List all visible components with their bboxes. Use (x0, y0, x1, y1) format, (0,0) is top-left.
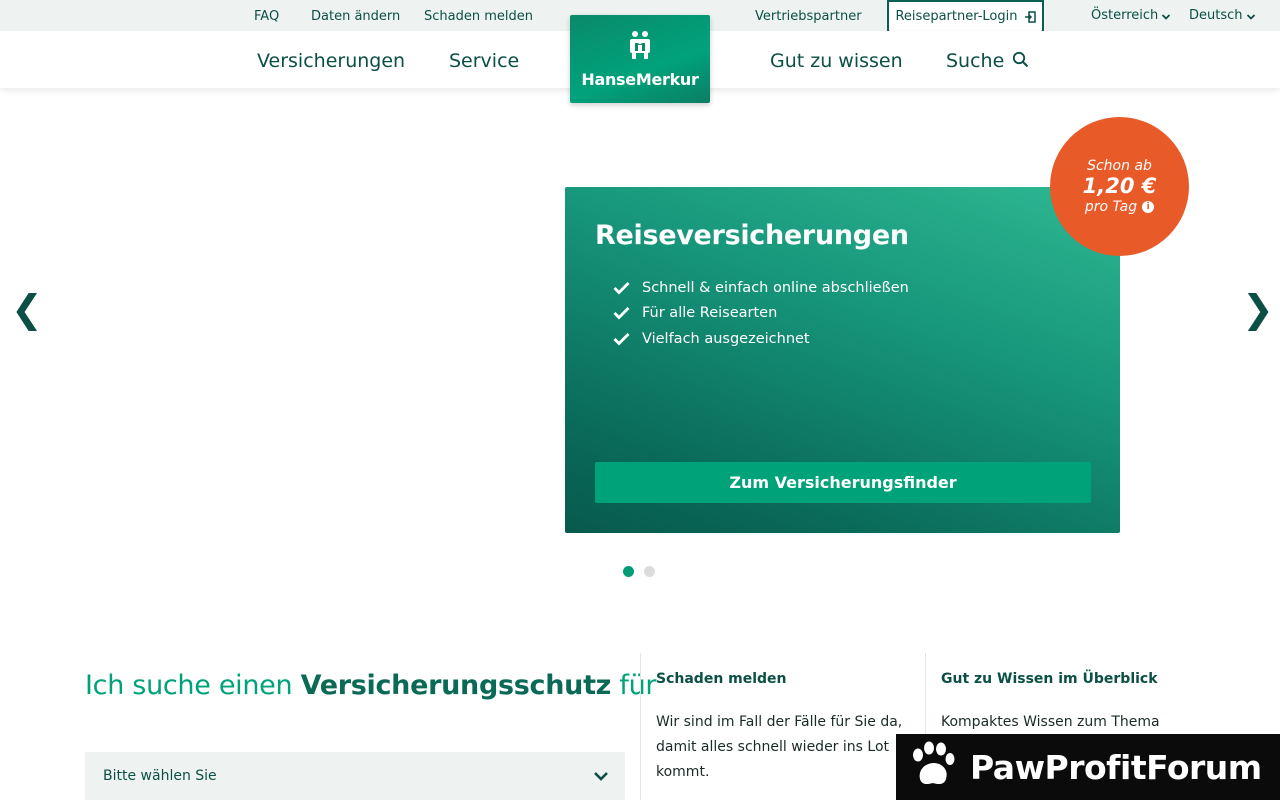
carousel-dot-2[interactable] (644, 566, 655, 577)
chevron-down-icon (1246, 11, 1256, 21)
paw-icon (906, 739, 958, 795)
insurance-finder-button[interactable]: Zum Versicherungsfinder (595, 462, 1091, 503)
feature-item: Für alle Reisearten (613, 301, 909, 327)
knowledge-title[interactable]: Gut zu Wissen im Überblick (941, 671, 1158, 687)
partner-login-label: Reisepartner-Login (895, 9, 1018, 24)
price-badge: Schon ab 1,20 € pro Tag i (1050, 117, 1189, 256)
nav-service[interactable]: Service (449, 50, 519, 72)
watermark-badge: PawProfitForum (896, 734, 1280, 800)
nav-search-label: Suche (946, 50, 1005, 72)
price-suffix-row: pro Tag i (1084, 199, 1155, 215)
finder-heading: Ich suche einen Versicherungsschutz für (85, 670, 657, 701)
feature-text: Vielfach ausgezeichnet (642, 330, 810, 347)
feature-list: Schnell & einfach online abschließen Für… (613, 275, 909, 352)
checkmark-icon (613, 332, 630, 346)
faq-link[interactable]: FAQ (254, 9, 279, 24)
feature-text: Für alle Reisearten (642, 305, 778, 322)
carousel-dot-1[interactable] (623, 566, 634, 577)
carousel-prev-button[interactable]: ❮ (11, 290, 43, 328)
knowledge-text: Kompaktes Wissen zum Thema (941, 714, 1160, 730)
chevron-down-icon (1161, 11, 1171, 21)
checkmark-icon (613, 281, 630, 295)
column-divider (640, 653, 641, 800)
carousel-pagination (623, 566, 655, 577)
finder-heading-pre: Ich suche einen (85, 670, 301, 701)
claims-text: Wir sind im Fall der Fälle für Sie da, d… (656, 714, 903, 780)
country-selector[interactable]: Österreich (1091, 8, 1171, 23)
price-suffix: pro Tag (1084, 199, 1138, 215)
nav-good-to-know[interactable]: Gut zu wissen (770, 50, 903, 72)
price-prefix: Schon ab (1087, 158, 1152, 174)
search-icon (1012, 51, 1029, 72)
price-value: 1,20 € (1082, 174, 1157, 198)
hero-teaser-card: Reiseversicherungen Schnell & einfach on… (565, 187, 1120, 533)
watermark-text: PawProfitForum (970, 747, 1262, 787)
country-label: Österreich (1091, 8, 1159, 23)
info-icon[interactable]: i (1142, 201, 1155, 213)
report-claim-link[interactable]: Schaden melden (424, 9, 533, 24)
finder-heading-bold: Versicherungsschutz (300, 670, 612, 701)
hero-title: Reiseversicherungen (595, 220, 909, 251)
partner-login-button[interactable]: Reisepartner-Login (887, 0, 1044, 33)
sales-partner-link[interactable]: Vertriebspartner (755, 9, 862, 24)
logo-text: HanseMerkur (581, 69, 699, 89)
chevron-down-icon (593, 767, 609, 786)
insurance-type-select[interactable]: Bitte wählen Sie (85, 752, 625, 800)
carousel-next-button[interactable]: ❯ (1242, 290, 1274, 328)
feature-text: Schnell & einfach online abschließen (642, 279, 909, 296)
login-icon (1024, 10, 1036, 23)
nav-search[interactable]: Suche (946, 50, 1029, 72)
claims-title[interactable]: Schaden melden (656, 671, 787, 687)
brand-logo[interactable]: HanseMerkur (570, 15, 710, 103)
change-data-link[interactable]: Daten ändern (311, 9, 400, 24)
nav-insurance[interactable]: Versicherungen (257, 50, 405, 72)
feature-item: Schnell & einfach online abschließen (613, 275, 909, 301)
family-logo-icon (626, 30, 654, 64)
language-label: Deutsch (1189, 8, 1243, 23)
checkmark-icon (613, 306, 630, 320)
feature-item: Vielfach ausgezeichnet (613, 326, 909, 352)
select-value: Bitte wählen Sie (103, 768, 217, 784)
language-selector[interactable]: Deutsch (1189, 8, 1256, 23)
finder-heading-post: für (611, 670, 657, 701)
